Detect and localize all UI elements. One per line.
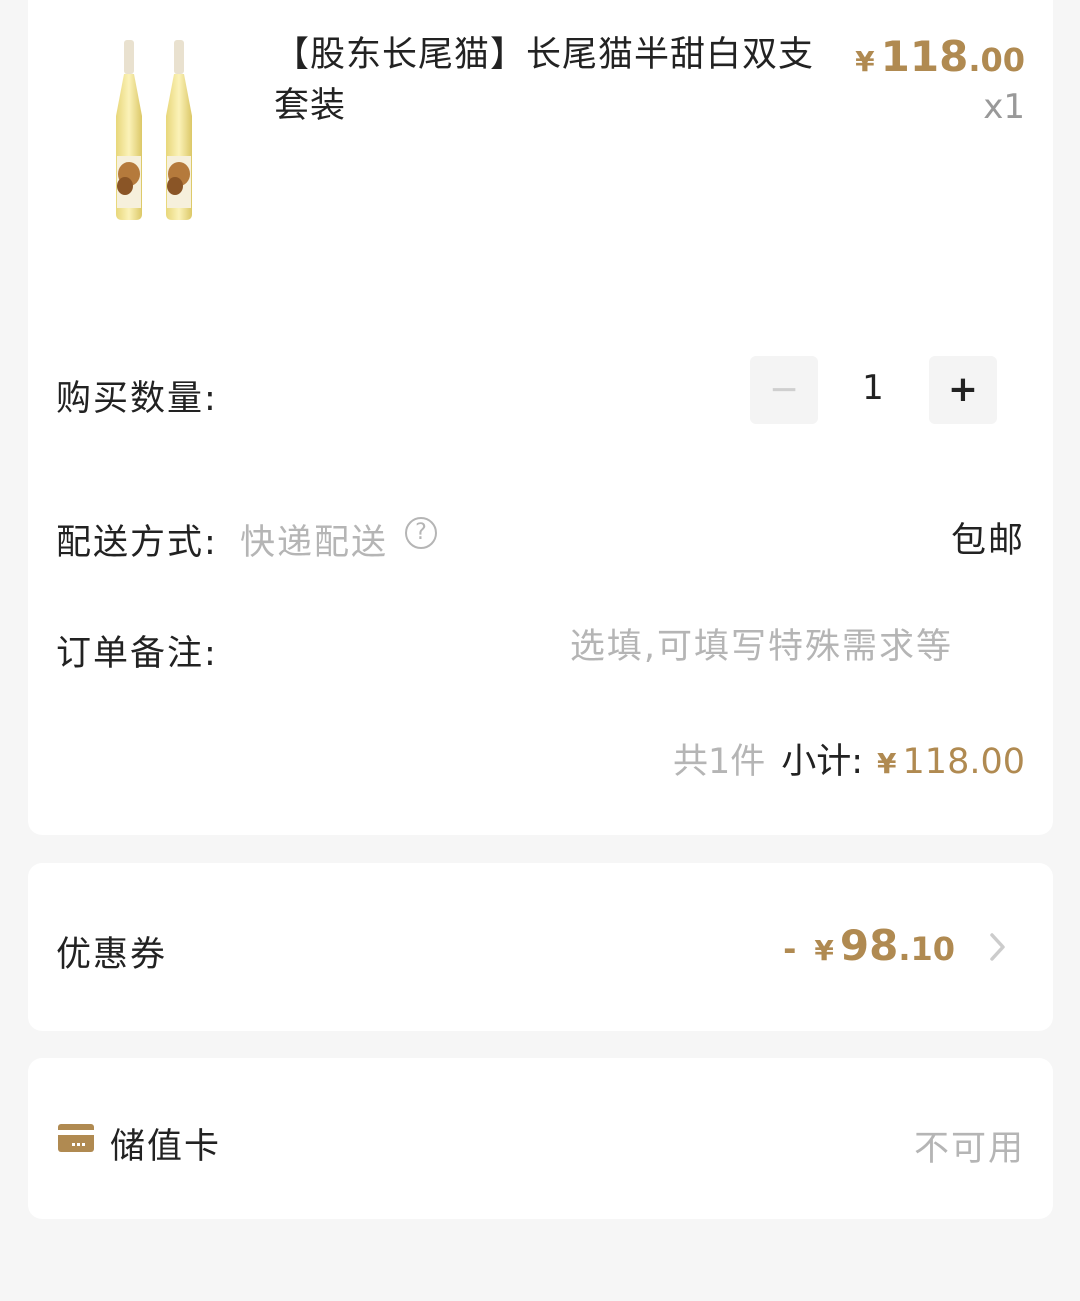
subtotal-amount: ¥118.00 [877,742,1025,782]
coupon-discount: - ¥98.10 [783,921,955,970]
minus-icon: − [768,369,800,410]
order-card: 【股东长尾猫】长尾猫半甜白双支套装 ¥118.00 x1 购买数量: − 1 +… [28,0,1053,835]
stored-value-card-label: 储值卡 [110,1127,222,1167]
quantity-value[interactable]: 1 [818,368,928,408]
chevron-right-icon[interactable] [983,930,1011,964]
stored-value-card-status: 不可用 [913,1129,1025,1169]
item-count: 共1件 [672,742,766,782]
quantity-decrease-button[interactable]: − [750,356,818,424]
quantity-increase-button[interactable]: + [929,356,997,424]
coupon-currency-symbol: ¥ [814,934,834,967]
coupon-amount-integer: 98 [839,921,899,970]
product-quantity: x1 [983,87,1025,127]
coupon-minus-sign: - [783,930,797,968]
product-image[interactable] [100,36,240,236]
shipping-label: 配送方式: [56,523,218,563]
price-integer: 118 [880,32,969,81]
subtotal-label: 小计: [781,742,864,782]
subtotal-value: 118.00 [902,742,1025,782]
quantity-label: 购买数量: [56,379,218,419]
price-currency-symbol: ¥ [855,45,875,78]
coupon-row[interactable]: 优惠券 - ¥98.10 [28,863,1053,1031]
stored-value-card-row[interactable]: 储值卡 不可用 [28,1058,1053,1219]
remark-input[interactable] [448,623,953,671]
subtotal-currency-symbol: ¥ [877,747,897,780]
plus-icon: + [947,369,979,410]
help-icon[interactable]: ? [405,517,437,549]
subtotal: 共1件 小计: ¥118.00 [673,733,1025,784]
price-decimal: .00 [968,41,1025,79]
coupon-label: 优惠券 [56,935,168,975]
remark-label: 订单备注: [56,634,218,674]
product-price: ¥118.00 [855,32,1025,81]
shipping-fee: 包邮 [950,521,1025,561]
coupon-amount-decimal: .10 [898,930,955,968]
shipping-method: 快递配送 [240,523,389,563]
card-icon [58,1124,94,1152]
product-title[interactable]: 【股东长尾猫】长尾猫半甜白双支套装 [274,30,844,132]
